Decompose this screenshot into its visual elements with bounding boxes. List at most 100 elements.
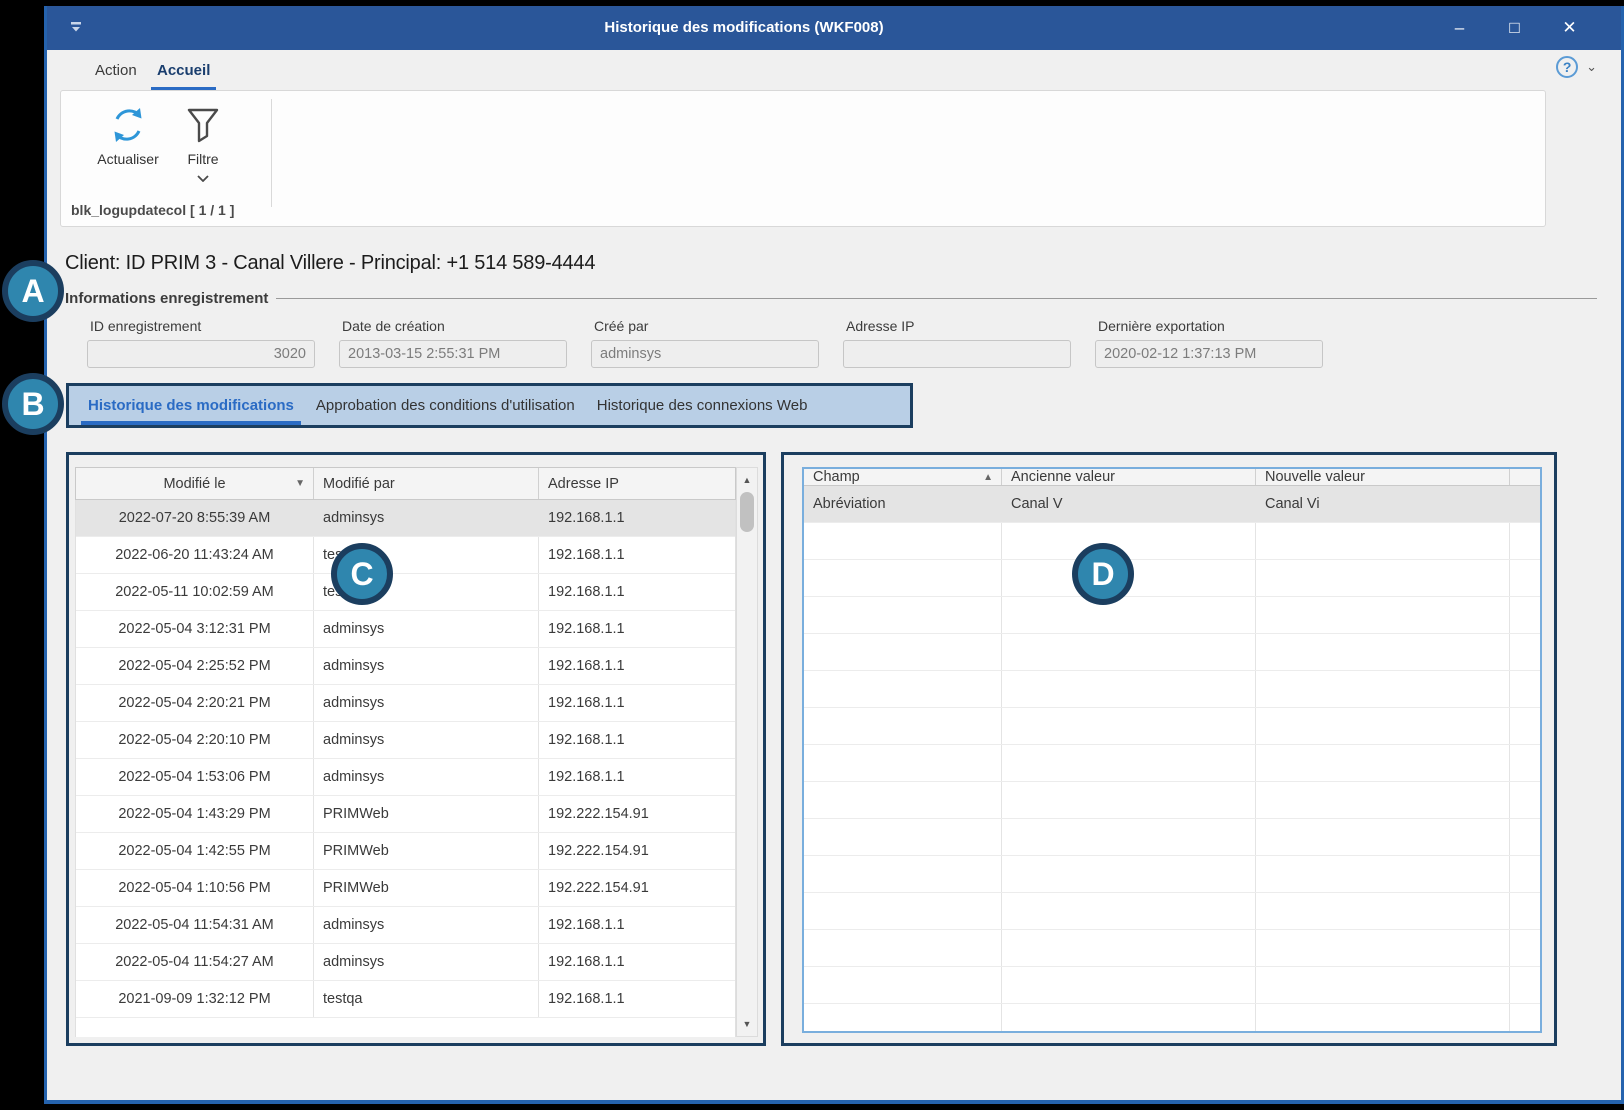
- table-cell: 192.168.1.1: [539, 685, 735, 721]
- table-row[interactable]: 2022-05-04 11:54:27 AMadminsys192.168.1.…: [76, 944, 735, 981]
- table-cell: [804, 671, 1002, 707]
- table-row[interactable]: 2022-07-20 8:55:39 AMadminsys192.168.1.1: [76, 500, 735, 537]
- change-detail-table-header: Champ ▲ Ancienne valeur Nouvelle valeur: [804, 469, 1540, 486]
- column-header-modifie-par[interactable]: Modifié par: [314, 468, 539, 499]
- table-cell: adminsys: [314, 685, 539, 721]
- field-label: ID enregistrement: [87, 318, 315, 334]
- table-row[interactable]: 2022-05-04 2:20:21 PMadminsys192.168.1.1: [76, 685, 735, 722]
- refresh-button[interactable]: Actualiser: [89, 99, 167, 167]
- table-cell: PRIMWeb: [314, 796, 539, 832]
- table-row[interactable]: [804, 745, 1540, 782]
- derniere-exportation-input[interactable]: 2020-02-12 1:37:13 PM: [1095, 340, 1323, 368]
- table-row[interactable]: AbréviationCanal VCanal Vi: [804, 486, 1540, 523]
- vertical-scrollbar[interactable]: ▲ ▼: [736, 467, 758, 1037]
- table-cell: [1256, 1004, 1510, 1033]
- help-zone: ? ⌄: [1556, 56, 1597, 78]
- table-row[interactable]: [804, 560, 1540, 597]
- modification-history-panel: Modifié le ▼ Modifié par Adresse IP 2022…: [66, 452, 766, 1046]
- table-cell: [1002, 1004, 1256, 1033]
- close-button[interactable]: ✕: [1542, 6, 1597, 50]
- filter-dropdown-icon[interactable]: [197, 169, 209, 187]
- table-cell: 2022-06-20 11:43:24 AM: [76, 537, 314, 573]
- table-cell: [1002, 597, 1256, 633]
- column-header-adresse-ip[interactable]: Adresse IP: [539, 468, 735, 499]
- maximize-button[interactable]: □: [1487, 6, 1542, 50]
- table-row[interactable]: [804, 819, 1540, 856]
- table-cell: [1510, 819, 1540, 855]
- table-row[interactable]: 2022-05-04 2:25:52 PMadminsys192.168.1.1: [76, 648, 735, 685]
- table-cell: adminsys: [314, 907, 539, 943]
- scrollbar-thumb[interactable]: [740, 492, 754, 532]
- table-cell: [1510, 967, 1540, 1003]
- refresh-button-label: Actualiser: [97, 151, 158, 167]
- table-row[interactable]: 2022-05-04 11:54:31 AMadminsys192.168.1.…: [76, 907, 735, 944]
- table-row[interactable]: 2022-05-04 1:42:55 PMPRIMWeb192.222.154.…: [76, 833, 735, 870]
- table-row[interactable]: 2022-05-04 1:43:29 PMPRIMWeb192.222.154.…: [76, 796, 735, 833]
- table-row[interactable]: [804, 782, 1540, 819]
- field-date-creation: Date de création 2013-03-15 2:55:31 PM: [339, 318, 567, 368]
- cree-par-input[interactable]: adminsys: [591, 340, 819, 368]
- column-header-ancienne-valeur[interactable]: Ancienne valeur: [1002, 469, 1256, 485]
- annotation-badge-c: C: [331, 543, 393, 605]
- table-row[interactable]: [804, 597, 1540, 634]
- table-row[interactable]: 2022-05-04 1:53:06 PMadminsys192.168.1.1: [76, 759, 735, 796]
- tab-accueil[interactable]: Accueil: [157, 50, 210, 90]
- annotation-badge-a: A: [2, 260, 64, 322]
- column-header-nouvelle-valeur[interactable]: Nouvelle valeur: [1256, 469, 1510, 485]
- chevron-down-icon[interactable]: ⌄: [1586, 59, 1597, 75]
- table-row[interactable]: 2021-09-09 1:32:12 PMtestqa192.168.1.1: [76, 981, 735, 1018]
- table-row[interactable]: 2022-06-20 11:43:24 AMtestqa192.168.1.1: [76, 537, 735, 574]
- table-row[interactable]: 2022-05-04 3:12:31 PMadminsys192.168.1.1: [76, 611, 735, 648]
- table-row[interactable]: [804, 708, 1540, 745]
- table-cell: 2022-05-04 1:10:56 PM: [76, 870, 314, 906]
- scroll-down-icon[interactable]: ▼: [737, 1014, 757, 1034]
- ribbon-panel: Actualiser Filtre blk_logupdatecol [ 1 /…: [60, 90, 1546, 227]
- id-enregistrement-input[interactable]: 3020: [87, 340, 315, 368]
- column-header-label: Champ: [813, 469, 860, 485]
- tab-historique-connexions-web[interactable]: Historique des connexions Web: [586, 386, 819, 425]
- table-cell: [1510, 708, 1540, 744]
- scroll-up-icon[interactable]: ▲: [737, 470, 757, 490]
- tab-action[interactable]: Action: [95, 50, 137, 90]
- window-title: Historique des modifications (WKF008): [47, 6, 1441, 50]
- table-cell: [1256, 523, 1510, 559]
- minimize-button[interactable]: –: [1432, 6, 1487, 50]
- column-header-modifie-le[interactable]: Modifié le ▼: [76, 468, 314, 499]
- table-row[interactable]: 2022-05-04 2:20:10 PMadminsys192.168.1.1: [76, 722, 735, 759]
- table-row[interactable]: [804, 930, 1540, 967]
- table-row[interactable]: [804, 634, 1540, 671]
- table-cell: 192.168.1.1: [539, 907, 735, 943]
- history-table-columns: Modifié le ▼ Modifié par Adresse IP 2022…: [75, 467, 736, 1037]
- filter-button[interactable]: Filtre: [173, 99, 233, 187]
- adresse-ip-input[interactable]: [843, 340, 1071, 368]
- help-icon[interactable]: ?: [1556, 56, 1578, 78]
- table-row[interactable]: [804, 856, 1540, 893]
- table-cell: 192.168.1.1: [539, 981, 735, 1017]
- table-row[interactable]: 2022-05-04 1:10:56 PMPRIMWeb192.222.154.…: [76, 870, 735, 907]
- date-creation-input[interactable]: 2013-03-15 2:55:31 PM: [339, 340, 567, 368]
- table-cell: [804, 745, 1002, 781]
- annotation-badge-d: D: [1072, 543, 1134, 605]
- table-row[interactable]: 2022-05-11 10:02:59 AMtestqa192.168.1.1: [76, 574, 735, 611]
- column-header-label: Ancienne valeur: [1011, 469, 1115, 485]
- table-cell: 2022-05-04 1:43:29 PM: [76, 796, 314, 832]
- table-cell: 192.222.154.91: [539, 870, 735, 906]
- table-cell: [1256, 560, 1510, 596]
- tab-approbation-conditions[interactable]: Approbation des conditions d'utilisation: [305, 386, 586, 425]
- tab-historique-modifications[interactable]: Historique des modifications: [77, 386, 305, 425]
- table-row[interactable]: [804, 1004, 1540, 1033]
- table-cell: [1256, 930, 1510, 966]
- table-row[interactable]: [804, 523, 1540, 560]
- table-row[interactable]: [804, 893, 1540, 930]
- table-cell: [1510, 671, 1540, 707]
- table-cell: adminsys: [314, 944, 539, 980]
- table-cell: 2022-05-11 10:02:59 AM: [76, 574, 314, 610]
- column-header-label: Adresse IP: [548, 476, 619, 492]
- field-id-enregistrement: ID enregistrement 3020: [87, 318, 315, 368]
- table-row[interactable]: [804, 671, 1540, 708]
- column-header-champ[interactable]: Champ ▲: [804, 469, 1002, 485]
- table-row[interactable]: [804, 967, 1540, 1004]
- annotation-badge-b: B: [2, 373, 64, 435]
- ribbon-group-separator: [271, 99, 272, 207]
- sort-desc-icon: ▼: [295, 478, 305, 489]
